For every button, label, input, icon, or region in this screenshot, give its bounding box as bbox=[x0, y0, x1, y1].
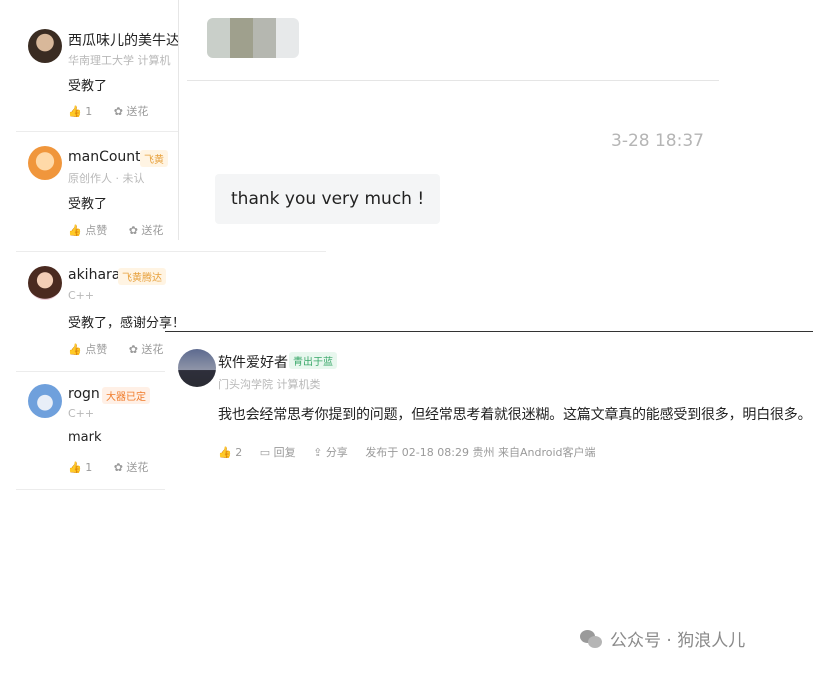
flower-button[interactable]: ✿ 送花 bbox=[114, 105, 149, 118]
status-badge: 飞黄腾达 bbox=[118, 268, 166, 285]
like-button[interactable]: 👍 点赞 bbox=[68, 343, 107, 356]
comment-text: mark bbox=[68, 430, 102, 445]
comment-text: 受教了 bbox=[68, 79, 108, 94]
chat-panel: 3-28 18:37 thank you very much ! bbox=[178, 0, 724, 240]
like-button[interactable]: 👍 1 bbox=[68, 105, 92, 118]
comment-meta: C++ bbox=[68, 289, 95, 302]
comment-actions: 👍 1 ✿ 送花 bbox=[68, 103, 166, 119]
like-button[interactable]: 👍 1 bbox=[68, 461, 92, 474]
reply-actions: 👍 2 ▭ 回复 ⇪ 分享 发布于 02-18 08:29 贵州 来自Andro… bbox=[218, 444, 610, 460]
comment-username[interactable]: rogn bbox=[68, 386, 100, 402]
reply-button[interactable]: ▭ 回复 bbox=[260, 446, 296, 459]
comment-username[interactable]: akihara bbox=[68, 267, 120, 283]
avatar[interactable] bbox=[178, 349, 216, 387]
posted-info: 发布于 02-18 08:29 贵州 来自Android客户端 bbox=[365, 446, 596, 459]
comment-meta: 原创作人 · 未认 bbox=[68, 172, 145, 185]
like-button[interactable]: 👍 2 bbox=[218, 446, 242, 459]
avatar[interactable] bbox=[28, 384, 62, 418]
flower-button[interactable]: ✿ 送花 bbox=[114, 461, 149, 474]
share-button[interactable]: ⇪ 分享 bbox=[313, 446, 348, 459]
comment-username[interactable]: 西瓜味儿的美牛达 bbox=[68, 30, 180, 50]
reply-meta: 门头沟学院 计算机类 bbox=[218, 378, 321, 391]
message-timestamp: 3-28 18:37 bbox=[611, 131, 704, 151]
status-badge: 大器已定 bbox=[102, 387, 150, 404]
comment-username[interactable]: manCount bbox=[68, 149, 141, 165]
reply-comment-card: 软件爱好者 青出于蓝 门头沟学院 计算机类 我也会经常思考你提到的问题，但经常思… bbox=[165, 331, 813, 492]
status-badge: 飞黄 bbox=[140, 150, 168, 167]
watermark: 公众号 · 狗浪人儿 bbox=[580, 626, 745, 651]
like-button[interactable]: 👍 点赞 bbox=[68, 224, 107, 237]
comment-text: 受教了 bbox=[68, 197, 108, 212]
wechat-icon bbox=[580, 630, 604, 650]
watermark-text: 公众号 · 狗浪人儿 bbox=[610, 631, 746, 651]
comment-meta: 华南理工大学 计算机 bbox=[68, 54, 171, 67]
avatar[interactable] bbox=[28, 266, 62, 300]
message-bubble: thank you very much ! bbox=[215, 174, 441, 224]
divider bbox=[187, 80, 719, 81]
status-badge: 青出于蓝 bbox=[289, 352, 337, 369]
reply-username[interactable]: 软件爱好者 bbox=[218, 352, 288, 372]
comment-meta: C++ bbox=[68, 407, 95, 420]
avatar[interactable] bbox=[28, 146, 62, 180]
comment-actions: 👍 1 ✿ 送花 bbox=[68, 459, 166, 475]
comment-text: 受教了，感谢分享！ bbox=[68, 316, 186, 331]
flower-button[interactable]: ✿ 送花 bbox=[129, 224, 164, 237]
blurred-avatar bbox=[207, 18, 299, 58]
reply-text: 我也会经常思考你提到的问题，但经常思考着就很迷糊。这篇文章真的能感受到很多，明白… bbox=[218, 407, 812, 423]
avatar[interactable] bbox=[28, 29, 62, 63]
flower-button[interactable]: ✿ 送花 bbox=[129, 343, 164, 356]
